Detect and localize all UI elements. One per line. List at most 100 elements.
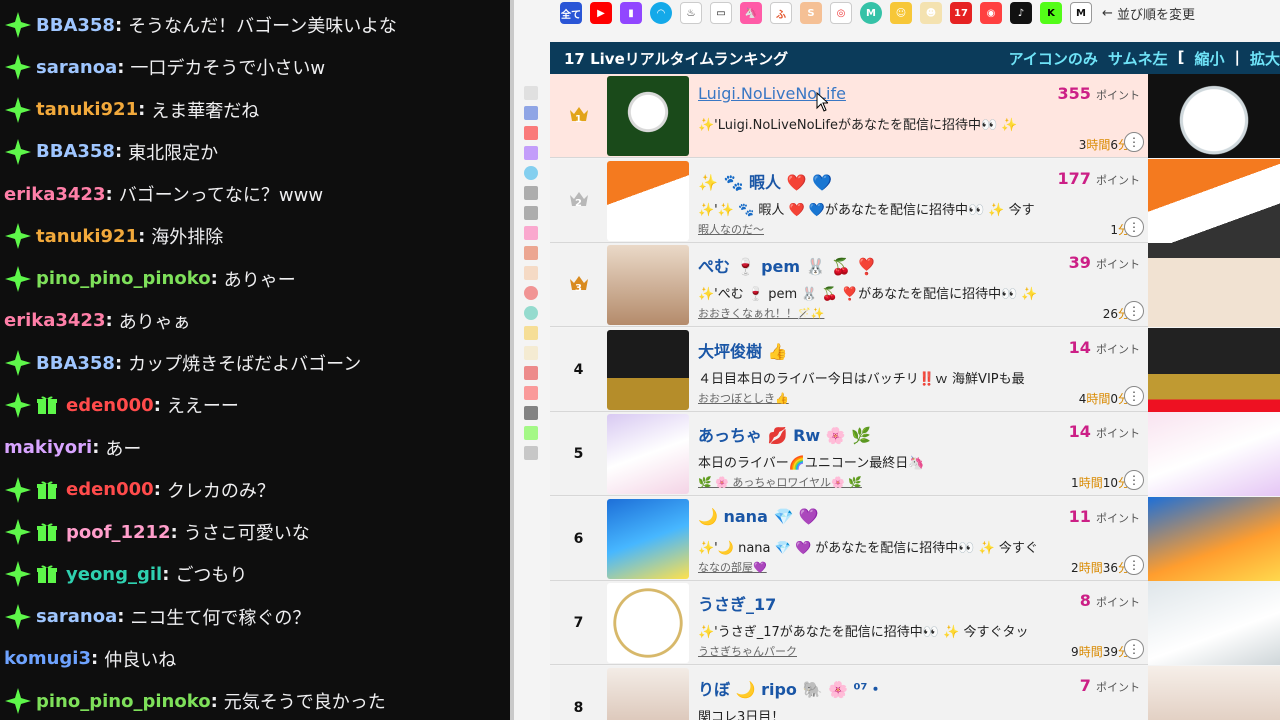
sidebar-niconico-icon[interactable]: [524, 186, 538, 200]
sidebar-mirrativ-icon[interactable]: [524, 226, 538, 240]
stream-subtitle-link[interactable]: おおつぼとしき👍: [698, 390, 789, 406]
sort-order-link[interactable]: ← 並び順を変更: [1102, 4, 1195, 23]
gift-badge-icon[interactable]: [36, 394, 58, 416]
streamer-avatar[interactable]: [607, 76, 689, 156]
sidebar-m-app-icon[interactable]: [524, 446, 538, 460]
ranking-row[interactable]: 5 あっちゃ 💋 Rw 🌸 🌿 14 ポイント 本日のライバー🌈ユニコーン最終日🦄 🌿 …: [550, 412, 1280, 496]
chat-username[interactable]: BBA358: [36, 141, 115, 162]
sidebar-tv-icon[interactable]: [524, 206, 538, 220]
kick-icon[interactable]: K: [1040, 2, 1062, 24]
thumbnail-left-toggle[interactable]: サムネ左: [1108, 48, 1168, 69]
sidebar-mildom-icon[interactable]: [524, 306, 538, 320]
gift-badge-icon[interactable]: [36, 479, 58, 501]
niconico-icon[interactable]: ♨: [680, 2, 702, 24]
sidebar-kick-icon[interactable]: [524, 426, 538, 440]
chat-username[interactable]: eden000: [66, 395, 154, 416]
pococha-icon[interactable]: ◎: [830, 2, 852, 24]
m-app-icon[interactable]: M: [1070, 2, 1092, 24]
filter-all-button[interactable]: 全て: [560, 2, 582, 24]
chat-username[interactable]: eden000: [66, 479, 154, 500]
more-options-icon[interactable]: ⋮: [1124, 470, 1144, 490]
moderator-badge-icon[interactable]: [4, 391, 32, 419]
streamer-name[interactable]: うさぎ_17: [698, 591, 776, 615]
streamer-avatar[interactable]: [607, 667, 689, 720]
streamer-name[interactable]: ぺむ 🍷 pem 🐰 🍒 ❣️: [698, 253, 877, 277]
chat-username[interactable]: makiyori: [4, 437, 92, 458]
more-options-icon[interactable]: ⋮: [1124, 216, 1144, 237]
more-options-icon[interactable]: ⋮: [1124, 639, 1144, 659]
moderator-badge-icon[interactable]: [4, 687, 32, 715]
ranking-row[interactable]: 7 うさぎ_17 8 ポイント ✨'うさぎ_17があなたを配信に招待中👀 ✨ 今すぐタ…: [550, 581, 1280, 665]
chat-username[interactable]: BBA358: [36, 353, 115, 374]
fuwa-icon[interactable]: ふ: [770, 2, 792, 24]
streamer-name[interactable]: ✨ 🐾 暇人 ❤️ 💙: [698, 169, 832, 193]
streamer-avatar[interactable]: [607, 583, 689, 663]
stream-thumbnail[interactable]: [1148, 74, 1280, 158]
sidebar-fuwa-icon[interactable]: [524, 246, 538, 260]
more-options-icon[interactable]: ⋮: [1124, 385, 1144, 406]
chat-username[interactable]: komugi3: [4, 648, 91, 669]
stream-subtitle-link[interactable]: 🌿 🌸 あっちゃロワイヤル🌸 🌿: [698, 474, 862, 490]
moderator-badge-icon[interactable]: [4, 518, 32, 546]
sidebar-iriam-icon[interactable]: [524, 346, 538, 360]
chat-username[interactable]: saranoa: [36, 606, 117, 627]
moderator-badge-icon[interactable]: [4, 476, 32, 504]
moderator-badge-icon[interactable]: [4, 11, 32, 39]
more-options-icon[interactable]: ⋮: [1124, 301, 1144, 321]
openrec-icon[interactable]: ◠: [650, 2, 672, 24]
moderator-badge-icon[interactable]: [4, 560, 32, 588]
avatar-app-icon[interactable]: ☺: [890, 2, 912, 24]
chat-username[interactable]: pino_pino_pinoko: [36, 691, 211, 712]
streamer-avatar[interactable]: [607, 329, 689, 410]
enlarge-toggle[interactable]: 拡大: [1250, 48, 1280, 69]
ranking-row[interactable]: 4 大坪俊樹 👍 14 ポイント ４日目本日のライバー今日はバッチリ‼️ｗ 海鮮VIP…: [550, 327, 1280, 412]
streamer-name[interactable]: あっちゃ 💋 Rw 🌸 🌿: [698, 422, 871, 446]
streamer-name[interactable]: 🌙 nana 💎 💜: [698, 507, 819, 526]
stream-thumbnail[interactable]: [1148, 158, 1280, 243]
stream-thumbnail[interactable]: [1148, 243, 1280, 327]
streamer-name[interactable]: りぼ 🌙 ripo 🐘 🌸 ⁰⁷・: [698, 676, 883, 700]
ranking-row[interactable]: 2 ✨ 🐾 暇人 ❤️ 💙 177 ポイント ✨'✨ 🐾 暇人 ❤️ 💙があなたを配信…: [550, 158, 1280, 243]
sidebar-openrec-icon[interactable]: [524, 166, 538, 180]
streamer-avatar[interactable]: [607, 498, 689, 579]
stream-thumbnail[interactable]: [1148, 496, 1280, 581]
sidebar-tiktok-icon[interactable]: [524, 406, 538, 420]
stream-thumbnail[interactable]: [1148, 581, 1280, 665]
tiktok-icon[interactable]: ♪: [1010, 2, 1032, 24]
sidebar-all-icon[interactable]: [524, 106, 538, 120]
twitcasting-icon[interactable]: ◉: [980, 2, 1002, 24]
stream-thumbnail[interactable]: [1148, 412, 1280, 496]
scrollbar-track[interactable]: [510, 0, 514, 720]
gift-badge-icon[interactable]: [36, 521, 58, 543]
chat-username[interactable]: pino_pino_pinoko: [36, 268, 211, 289]
moderator-badge-icon[interactable]: [4, 349, 32, 377]
moderator-badge-icon[interactable]: [4, 53, 32, 81]
stream-thumbnail[interactable]: [1148, 665, 1280, 720]
sidebar-17live-icon[interactable]: [524, 366, 538, 380]
shrink-toggle[interactable]: 縮小: [1194, 48, 1224, 69]
chat-username[interactable]: saranoa: [36, 57, 117, 78]
chat-username[interactable]: erika3423: [4, 184, 105, 205]
ranking-row[interactable]: 1 Luigi.NoLiveNoLife 355 ポイント ✨'Luigi.NoLiv…: [550, 74, 1280, 158]
showroom-icon[interactable]: S: [800, 2, 822, 24]
stream-subtitle-link[interactable]: おおきくなぁれ！！🪄✨: [698, 305, 824, 321]
iriam-icon[interactable]: ☻: [920, 2, 942, 24]
sidebar-twitcasting-icon[interactable]: [524, 386, 538, 400]
moderator-badge-icon[interactable]: [4, 96, 32, 124]
chat-username[interactable]: poof_1212: [66, 522, 171, 543]
sidebar-twitch-icon[interactable]: [524, 146, 538, 160]
stream-subtitle-link[interactable]: うさぎちゃんパーク: [698, 643, 797, 659]
moderator-badge-icon[interactable]: [4, 222, 32, 250]
streamer-avatar[interactable]: [607, 160, 689, 241]
edit-icon[interactable]: [524, 86, 538, 100]
17live-icon[interactable]: 17: [950, 2, 972, 24]
streamer-name[interactable]: 大坪俊樹 👍: [698, 338, 788, 362]
more-options-icon[interactable]: ⋮: [1124, 132, 1144, 152]
chat-username[interactable]: yeong_gil: [66, 564, 162, 585]
stream-thumbnail[interactable]: [1148, 327, 1280, 412]
streamer-avatar[interactable]: [607, 245, 689, 325]
more-options-icon[interactable]: ⋮: [1124, 554, 1144, 575]
chat-username[interactable]: BBA358: [36, 15, 115, 36]
twitch-icon[interactable]: ▮: [620, 2, 642, 24]
moderator-badge-icon[interactable]: [4, 138, 32, 166]
